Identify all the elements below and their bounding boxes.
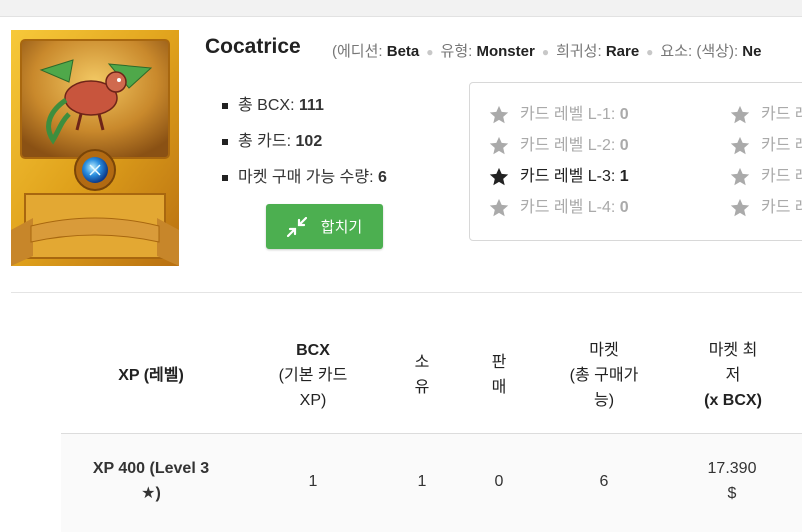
- cell-market: 6: [599, 473, 609, 490]
- cell-market-min-price[interactable]: 17.390 $: [692, 456, 772, 506]
- card-stats-list: 총 BCX: 111 총 카드: 102 마켓 구매 가능 수량: 6: [222, 94, 387, 202]
- level-item-col2-3: 카드 레: [729, 166, 802, 188]
- card-meta: (에디션: Beta ● 유형: Monster ● 희귀성: Rare ● 요소: (색상…: [332, 40, 761, 61]
- star-icon: [489, 167, 509, 186]
- stat-total-cards: 총 카드: 102: [222, 130, 387, 166]
- section-divider: [11, 292, 802, 293]
- edition-value: Beta: [386, 43, 420, 60]
- combine-button-label: 합치기: [320, 219, 363, 236]
- combine-button[interactable]: 합치기: [266, 204, 383, 249]
- header-market[interactable]: 마켓 (총 구매가 능): [554, 338, 654, 413]
- card-title: Cocatrice: [205, 35, 301, 58]
- header-for-sale[interactable]: 판 매: [474, 350, 524, 400]
- star-icon: [489, 136, 509, 155]
- type-value: Monster: [476, 43, 535, 60]
- cell-xp-level: XP 400 (Level 3 ★): [92, 460, 210, 502]
- type-label: 유형:: [440, 43, 473, 60]
- compress-arrows-icon: [286, 216, 307, 237]
- stat-market-available: 마켓 구매 가능 수량: 6: [222, 166, 387, 202]
- level-item-4: 카드 레벨 L-4: 0: [488, 197, 629, 219]
- element-value: Ne: [742, 43, 762, 60]
- meta-separator: ●: [646, 45, 654, 59]
- star-icon: [730, 198, 750, 217]
- level-item-2: 카드 레벨 L-2: 0: [488, 135, 629, 157]
- edition-label: (에디션:: [332, 43, 383, 60]
- top-strip: [0, 0, 802, 17]
- rarity-value: Rare: [605, 43, 640, 60]
- star-icon: [489, 198, 509, 217]
- star-icon: [489, 105, 509, 124]
- card-illustration: [11, 30, 179, 266]
- header-owned[interactable]: 소 유: [397, 350, 447, 400]
- cell-for-sale: 0: [494, 473, 504, 490]
- star-icon: [730, 105, 750, 124]
- meta-separator: ●: [541, 45, 550, 59]
- level-item-col2-4: 카드 레: [729, 197, 802, 219]
- cell-owned: 1: [417, 473, 427, 490]
- header-xp-level[interactable]: XP (레벨): [86, 363, 216, 388]
- star-icon: [730, 167, 750, 186]
- level-item-1: 카드 레벨 L-1: 0: [488, 104, 629, 126]
- header-market-min[interactable]: 마켓 최 저 (x BCX): [688, 338, 778, 413]
- cell-bcx: 1: [308, 473, 318, 490]
- meta-separator: ●: [426, 45, 434, 59]
- card-image[interactable]: [11, 30, 179, 266]
- element-label: 요소: (색상):: [660, 43, 739, 60]
- card-levels-panel: 카드 레벨 L-1: 0 카드 레벨 L-2: 0 카드 레벨 L-3: 1 카…: [469, 82, 802, 241]
- level-item-col2-2: 카드 레: [729, 135, 802, 157]
- header-bcx[interactable]: BCX (기본 카드 XP): [258, 338, 368, 413]
- level-item-3: 카드 레벨 L-3: 1: [488, 166, 629, 188]
- rarity-label: 희귀성:: [556, 43, 602, 60]
- stat-total-bcx: 총 BCX: 111: [222, 94, 387, 130]
- level-item-col2-1: 카드 레: [729, 104, 802, 126]
- star-icon: [730, 136, 750, 155]
